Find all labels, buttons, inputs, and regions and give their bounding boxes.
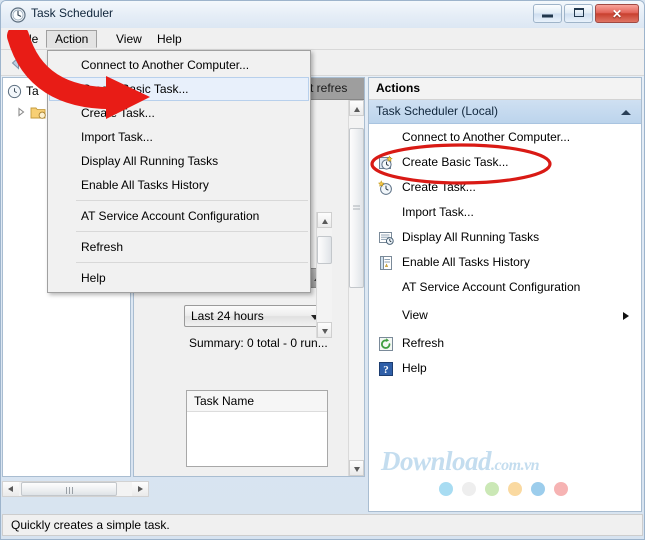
center-pane-scrollbar[interactable]	[348, 100, 364, 476]
scroll-up-button[interactable]	[349, 100, 364, 116]
create-task-icon	[378, 180, 392, 195]
action-label: Help	[402, 361, 427, 375]
action-view[interactable]: View	[369, 304, 641, 329]
action-connect-to-another-computer[interactable]: Connect to Another Computer...	[369, 126, 641, 151]
menu-item-at-service-account-configuration[interactable]: AT Service Account Configuration	[48, 204, 310, 228]
window-title: Task Scheduler	[31, 6, 114, 20]
refresh-icon	[379, 337, 393, 351]
scroll-down-button[interactable]	[349, 460, 364, 476]
action-label: Create Task...	[402, 180, 476, 194]
task-name-column-label: Task Name	[194, 394, 255, 408]
menu-item-display-all-running-tasks[interactable]: Display All Running Tasks	[48, 149, 310, 173]
action-help[interactable]: ? Help	[369, 357, 641, 382]
help-icon: ?	[379, 362, 393, 376]
create-basic-task-icon	[379, 155, 393, 170]
action-create-task[interactable]: Create Task...	[369, 176, 641, 201]
action-label: AT Service Account Configuration	[402, 280, 581, 294]
maximize-button[interactable]	[564, 4, 593, 23]
action-label: Create Basic Task...	[402, 155, 509, 169]
scrollbar-thumb[interactable]	[349, 128, 364, 288]
title-bar: Task Scheduler ✕	[1, 1, 644, 28]
watermark-dots	[439, 482, 568, 496]
minimize-button[interactable]	[533, 4, 562, 23]
actions-pane-header: Actions	[369, 78, 641, 100]
chevron-right-icon[interactable]	[17, 107, 26, 117]
menu-bar: File Action View Help	[1, 28, 644, 50]
action-label: Import Task...	[402, 205, 474, 219]
back-arrow-icon[interactable]	[7, 54, 25, 72]
action-create-basic-task[interactable]: Create Basic Task...	[369, 151, 641, 176]
window-controls: ✕	[533, 4, 639, 23]
menu-item-create-basic-task[interactable]: Create Basic Task...	[49, 77, 309, 101]
time-range-value: Last 24 hours	[191, 309, 264, 323]
running-tasks-icon	[379, 232, 394, 245]
folder-clock-icon	[30, 107, 46, 119]
status-bar-text: Quickly creates a simple task.	[11, 518, 170, 532]
actions-group-header[interactable]: Task Scheduler (Local)	[369, 100, 641, 124]
clock-icon	[10, 7, 26, 23]
action-label: Refresh	[402, 336, 445, 350]
action-at-service-account-configuration[interactable]: AT Service Account Configuration	[369, 276, 641, 301]
action-display-all-running-tasks[interactable]: Display All Running Tasks	[369, 226, 641, 251]
chevron-up-icon[interactable]	[621, 110, 631, 115]
submenu-arrow-icon	[623, 312, 629, 320]
actions-header-label: Actions	[376, 81, 421, 95]
menu-separator	[50, 200, 308, 201]
scroll-down-button[interactable]	[317, 322, 332, 338]
status-bar: Quickly creates a simple task.	[2, 514, 643, 536]
menu-item-import-task[interactable]: Import Task...	[48, 125, 310, 149]
menu-action[interactable]: Action	[46, 30, 98, 48]
menu-separator	[50, 262, 308, 263]
tree-root-label: Ta	[26, 84, 39, 98]
scroll-left-button[interactable]	[3, 482, 19, 496]
scroll-up-button[interactable]	[317, 212, 332, 228]
status-panel-scrollbar[interactable]	[316, 212, 332, 338]
action-dropdown-menu[interactable]: Connect to Another Computer... Create Ba…	[47, 50, 311, 293]
action-refresh[interactable]: Refresh	[369, 332, 641, 357]
task-scheduler-window: Task Scheduler ✕ File Action View Help T…	[0, 0, 645, 540]
action-enable-all-tasks-history[interactable]: Enable All Tasks History	[369, 251, 641, 276]
hscrollbar-thumb[interactable]	[21, 482, 117, 496]
watermark: Download.com.vn	[381, 448, 568, 496]
scroll-right-button[interactable]	[132, 482, 148, 496]
menu-item-create-task[interactable]: Create Task...	[48, 101, 310, 125]
menu-help[interactable]: Help	[149, 30, 190, 48]
menu-view[interactable]: View	[108, 30, 150, 48]
clock-icon	[7, 84, 22, 99]
actions-group-label: Task Scheduler (Local)	[376, 104, 499, 118]
action-import-task[interactable]: Import Task...	[369, 201, 641, 226]
close-button[interactable]: ✕	[595, 4, 639, 23]
action-label: Enable All Tasks History	[402, 255, 530, 269]
summary-text: Summary: 0 total - 0 run...	[189, 336, 328, 350]
task-name-list[interactable]: Task Name	[186, 390, 328, 467]
time-range-dropdown[interactable]: Last 24 hours	[184, 305, 327, 327]
action-label: Display All Running Tasks	[402, 230, 540, 244]
action-label: View	[402, 308, 428, 322]
menu-item-help[interactable]: Help	[48, 266, 310, 290]
tasks-history-icon	[380, 256, 392, 270]
action-label: Connect to Another Computer...	[402, 130, 571, 144]
menu-item-connect-to-another-computer[interactable]: Connect to Another Computer...	[48, 53, 310, 77]
watermark-main: Download	[381, 446, 492, 476]
close-icon: ✕	[611, 6, 623, 21]
menu-file[interactable]: File	[11, 30, 46, 48]
actions-pane: Actions Task Scheduler (Local) Connect t…	[368, 77, 642, 512]
scrollbar-thumb[interactable]	[317, 236, 332, 264]
svg-text:?: ?	[383, 364, 389, 376]
task-name-column-header[interactable]: Task Name	[187, 391, 327, 412]
watermark-text: Download.com.vn	[381, 448, 568, 475]
tree-pane-hscrollbar[interactable]	[2, 481, 149, 497]
menu-item-enable-all-tasks-history[interactable]: Enable All Tasks History	[48, 173, 310, 197]
menu-item-refresh[interactable]: Refresh	[48, 235, 310, 259]
menu-separator	[50, 231, 308, 232]
watermark-suffix: .com.vn	[491, 457, 540, 474]
